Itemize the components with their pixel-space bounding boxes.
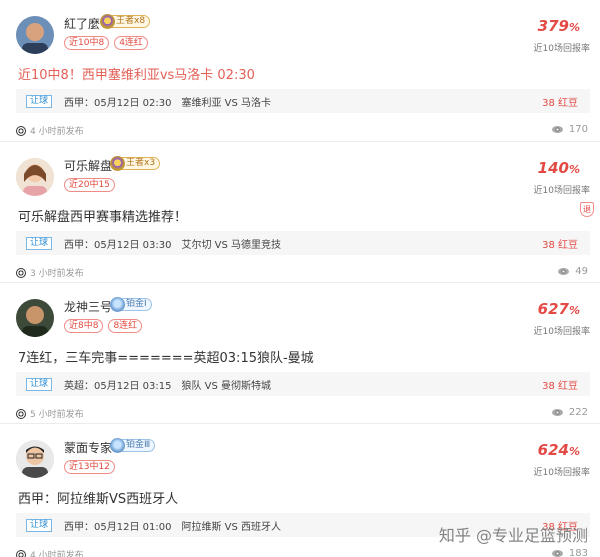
record-tags: 近8中8 8连红 bbox=[64, 319, 143, 333]
watermark: 知乎 @专业足篮预测 bbox=[438, 526, 588, 545]
return-rate-label: 近10场回报率 bbox=[533, 44, 590, 54]
tips-feed: 紅了麼 王者x8 近10中8 4连红 379% 近10场回报率 近10中8！西甲… bbox=[0, 0, 600, 557]
return-rate-label: 近10场回报率 bbox=[533, 327, 590, 337]
return-rate: 624% bbox=[537, 441, 580, 459]
author-name[interactable]: 可乐解盘 bbox=[64, 157, 112, 174]
match-row[interactable]: 让球 西甲：05月12日 02:30 塞维利亚 VS 马洛卡 38 红豆 bbox=[16, 89, 590, 113]
rank-badge: 铂金Ⅰ bbox=[110, 297, 152, 312]
record-tags: 近13中12 bbox=[64, 460, 115, 474]
refund-badge: 退 bbox=[580, 202, 594, 217]
match-teams: 狼队 VS 曼彻斯特城 bbox=[181, 380, 272, 392]
post-meta: 5 小时前发布 bbox=[16, 407, 84, 420]
league-time: 西甲：05月12日 02:30 bbox=[64, 97, 172, 109]
football-icon bbox=[16, 125, 26, 136]
eye-icon bbox=[558, 268, 570, 275]
match-row[interactable]: 让球 英超：05月12日 03:15 狼队 VS 曼彻斯特城 38 红豆 bbox=[16, 372, 590, 396]
rank-badge: 王者x3 bbox=[110, 156, 161, 171]
post-time: 3 小时前发布 bbox=[30, 269, 84, 279]
tip-title[interactable]: 可乐解盘西甲赛事精选推荐！ bbox=[18, 206, 187, 225]
view-count: 222 bbox=[551, 407, 588, 418]
tip-card[interactable]: 龙神三号 铂金Ⅰ 近8中8 8连红 627% 近10场回报率 7连红，三车完事=… bbox=[0, 283, 600, 424]
match-teams: 塞维利亚 VS 马洛卡 bbox=[181, 97, 272, 109]
view-count: 183 bbox=[551, 548, 588, 557]
diamond-icon bbox=[110, 438, 125, 453]
crown-icon bbox=[110, 156, 125, 171]
eye-icon bbox=[551, 409, 563, 416]
post-meta: 4 小时前发布 bbox=[16, 548, 84, 557]
record-tag: 近8中8 bbox=[64, 319, 104, 333]
avatar[interactable] bbox=[16, 440, 54, 478]
post-meta: 3 小时前发布 bbox=[16, 266, 84, 279]
handicap-badge: 让球 bbox=[26, 377, 53, 391]
return-rate: 379% bbox=[537, 17, 580, 35]
post-time: 4 小时前发布 bbox=[30, 551, 84, 557]
eye-icon bbox=[551, 126, 563, 133]
price-beans: 38 红豆 bbox=[542, 380, 578, 392]
streak-tag: 8连红 bbox=[108, 319, 143, 333]
handicap-badge: 让球 bbox=[26, 236, 53, 250]
post-meta: 4 小时前发布 bbox=[16, 124, 84, 137]
match-teams: 阿拉维斯 VS 西班牙人 bbox=[181, 521, 282, 533]
league-time: 西甲：05月12日 03:30 bbox=[64, 239, 172, 251]
post-time: 4 小时前发布 bbox=[30, 127, 84, 137]
return-rate: 627% bbox=[537, 300, 580, 318]
tip-title[interactable]: 7连红，三车完事=======英超03:15狼队-曼城 bbox=[18, 347, 314, 366]
record-tags: 近20中15 bbox=[64, 178, 115, 192]
author-name[interactable]: 蒙面专家 bbox=[64, 439, 112, 456]
record-tag: 近20中15 bbox=[64, 178, 115, 192]
price-beans: 38 红豆 bbox=[542, 97, 578, 109]
avatar[interactable] bbox=[16, 158, 54, 196]
author-name[interactable]: 紅了麼 bbox=[64, 15, 100, 32]
handicap-badge: 让球 bbox=[26, 518, 53, 532]
tip-card[interactable]: 紅了麼 王者x8 近10中8 4连红 379% 近10场回报率 近10中8！西甲… bbox=[0, 0, 600, 142]
diamond-icon bbox=[110, 297, 125, 312]
author-name[interactable]: 龙神三号 bbox=[64, 298, 112, 315]
streak-tag: 4连红 bbox=[114, 36, 148, 50]
crown-icon bbox=[100, 14, 115, 29]
view-count: 170 bbox=[551, 124, 588, 135]
return-rate: 140% bbox=[537, 159, 580, 177]
rank-badge: 铂金Ⅲ bbox=[110, 438, 156, 453]
record-tag: 近10中8 bbox=[64, 36, 110, 50]
return-rate-label: 近10场回报率 bbox=[533, 186, 590, 196]
match-teams: 艾尔切 VS 马德里竞技 bbox=[181, 239, 282, 251]
league-time: 英超：05月12日 03:15 bbox=[64, 380, 172, 392]
record-tags: 近10中8 4连红 bbox=[64, 36, 148, 50]
tip-title[interactable]: 西甲：阿拉维斯VS西班牙人 bbox=[18, 488, 178, 507]
price-beans: 38 红豆 bbox=[542, 239, 578, 251]
handicap-badge: 让球 bbox=[26, 94, 53, 108]
football-icon bbox=[16, 267, 26, 278]
return-rate-label: 近10场回报率 bbox=[533, 468, 590, 478]
avatar[interactable] bbox=[16, 299, 54, 337]
football-icon bbox=[16, 408, 26, 419]
tip-card[interactable]: 可乐解盘 王者x3 近20中15 140% 近10场回报率 退 可乐解盘西甲赛事… bbox=[0, 142, 600, 283]
league-time: 西甲：05月12日 01:00 bbox=[64, 521, 172, 533]
match-row[interactable]: 让球 西甲：05月12日 03:30 艾尔切 VS 马德里竞技 38 红豆 bbox=[16, 231, 590, 255]
record-tag: 近13中12 bbox=[64, 460, 115, 474]
tip-title[interactable]: 近10中8！西甲塞维利亚vs马洛卡 02:30 bbox=[18, 64, 255, 83]
post-time: 5 小时前发布 bbox=[30, 410, 84, 420]
football-icon bbox=[16, 549, 26, 557]
avatar[interactable] bbox=[16, 16, 54, 54]
rank-badge: 王者x8 bbox=[100, 14, 151, 29]
view-count: 49 bbox=[558, 266, 588, 277]
eye-icon bbox=[551, 550, 563, 557]
